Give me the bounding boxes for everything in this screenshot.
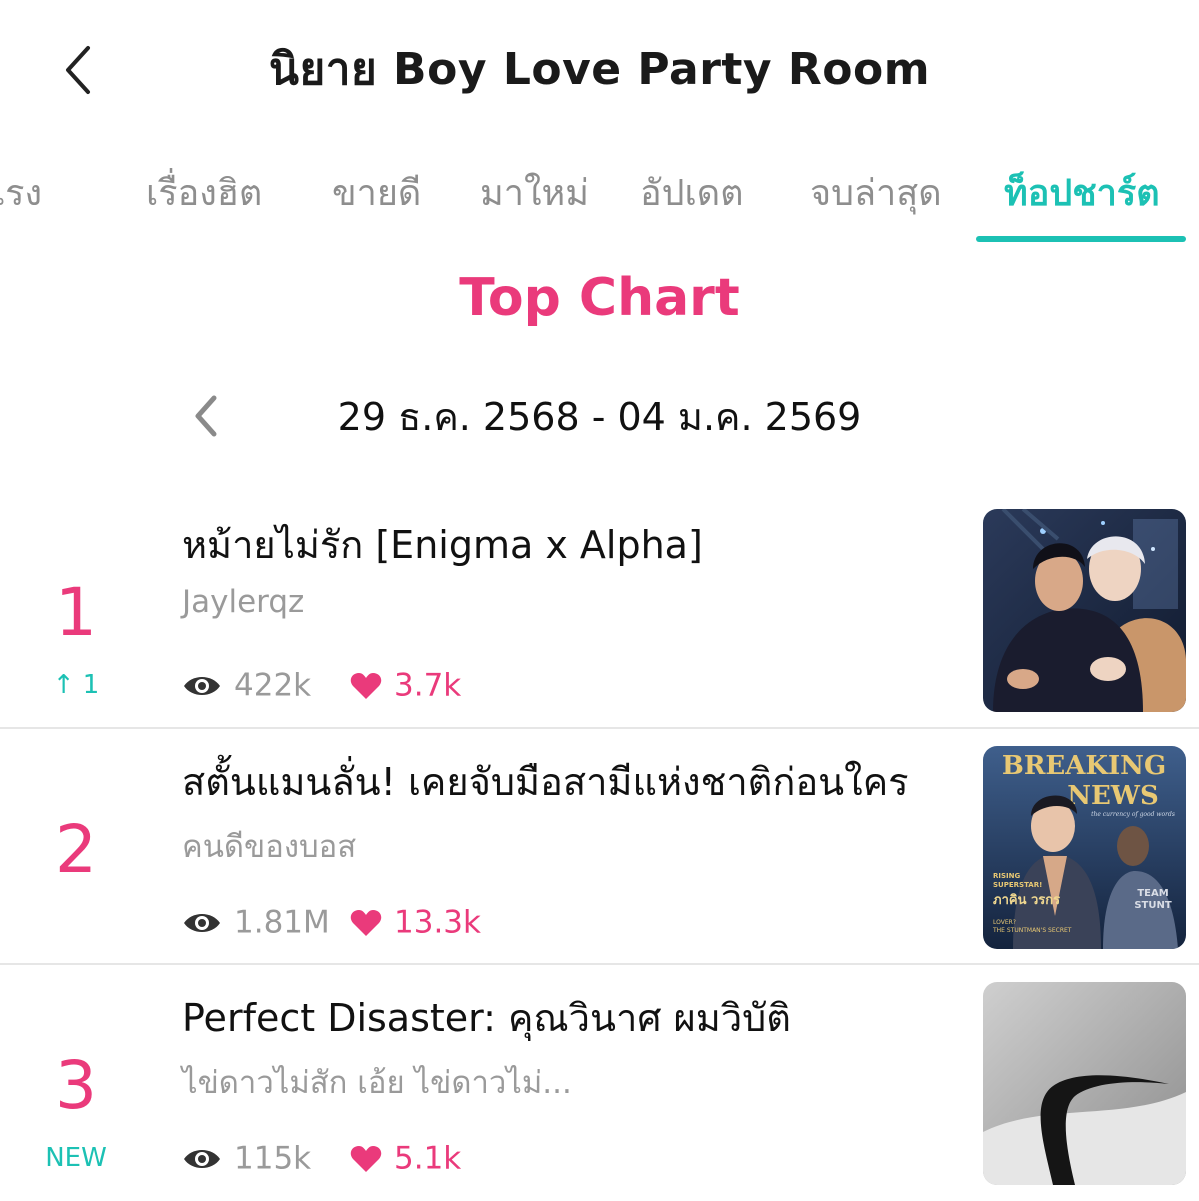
date-range-selector: 29 ธ.ค. 2568 - 04 ม.ค. 2569: [0, 380, 1199, 444]
active-tab-indicator: [976, 236, 1186, 242]
rank-change: ↑ 1: [52, 670, 100, 700]
svg-text:THE STUNTMAN'S SECRET: THE STUNTMAN'S SECRET: [992, 927, 1072, 934]
cover-image: BREAKING NEWS the currency of good words…: [983, 746, 1186, 949]
novel-title: หม้ายไม่รัก [Enigma x Alpha]: [182, 523, 703, 567]
eye-icon: [184, 913, 220, 932]
heart-icon: [350, 672, 382, 699]
rank-number: 3: [55, 1047, 97, 1124]
like-count: 3.7k: [350, 666, 461, 704]
view-count: 115k: [182, 1139, 311, 1177]
view-count: 1.81M: [182, 903, 330, 941]
svg-text:SUPERSTAR!: SUPERSTAR!: [993, 881, 1042, 889]
author-name: ไข่ดาวไม่สัก เอ้ย ไข่ดาวไม่...: [182, 1065, 572, 1101]
like-count: 5.1k: [350, 1139, 461, 1177]
svg-text:NEWS: NEWS: [1067, 781, 1159, 811]
eye-icon: [184, 676, 220, 695]
tab-completed[interactable]: จบล่าสุด: [810, 164, 942, 221]
svg-text:LOVER?: LOVER?: [993, 919, 1016, 926]
chart-row-1[interactable]: 1 ↑ 1 หม้ายไม่รัก [Enigma x Alpha] Jayle…: [0, 492, 1199, 728]
novel-title: สตั้นแมนลั่น! เคยจับมือสามีแห่งชาติก่อนใ…: [182, 760, 909, 804]
eye-icon: [184, 1149, 220, 1168]
svg-text:RISING: RISING: [993, 872, 1020, 880]
like-count: 13.3k: [350, 903, 481, 941]
svg-text:TEAM: TEAM: [1137, 888, 1168, 899]
cover-image: [983, 982, 1186, 1185]
novel-title: Perfect Disaster: คุณวินาศ ผมวิบัติ: [182, 996, 791, 1040]
rank-change: NEW: [45, 1143, 107, 1173]
header-bar: นิยาย Boy Love Party Room: [0, 0, 1199, 130]
tab-new[interactable]: มาใหม่: [480, 164, 589, 221]
date-range-label: 29 ธ.ค. 2568 - 04 ม.ค. 2569: [337, 395, 862, 439]
chart-title: Top Chart: [459, 268, 740, 328]
svg-text:the currency of good words: the currency of good words: [1091, 811, 1175, 818]
author-name: คนดีของบอส: [182, 829, 357, 865]
tab-hits[interactable]: เรื่องฮิต: [146, 164, 262, 221]
cover-image: [983, 509, 1186, 712]
rank-number: 2: [55, 811, 97, 888]
view-count: 422k: [182, 666, 311, 704]
rank-number: 1: [55, 574, 97, 651]
tab-trending[interactable]: มาแรง: [0, 164, 42, 221]
tab-bestseller[interactable]: ขายดี: [332, 164, 421, 221]
heart-icon: [350, 909, 382, 936]
svg-text:STUNT: STUNT: [1134, 900, 1172, 911]
heart-icon: [350, 1145, 382, 1172]
chart-row-3[interactable]: 3 NEW Perfect Disaster: คุณวินาศ ผมวิบัต…: [0, 965, 1199, 1201]
author-name: Jaylerqz: [182, 584, 305, 620]
chart-row-2[interactable]: 2 สตั้นแมนลั่น! เคยจับมือสามีแห่งชาติก่อ…: [0, 729, 1199, 965]
svg-text:ภาคิน วรกร: ภาคิน วรกร: [993, 893, 1060, 908]
svg-text:BREAKING: BREAKING: [1002, 751, 1166, 781]
tab-top-chart[interactable]: ท็อปชาร์ต: [1004, 164, 1160, 221]
tab-updated[interactable]: อัปเดต: [640, 164, 744, 221]
page-title: นิยาย Boy Love Party Room: [268, 44, 931, 95]
category-tabs: มาแรง เรื่องฮิต ขายดี มาใหม่ อัปเดต จบล่…: [0, 150, 1199, 245]
